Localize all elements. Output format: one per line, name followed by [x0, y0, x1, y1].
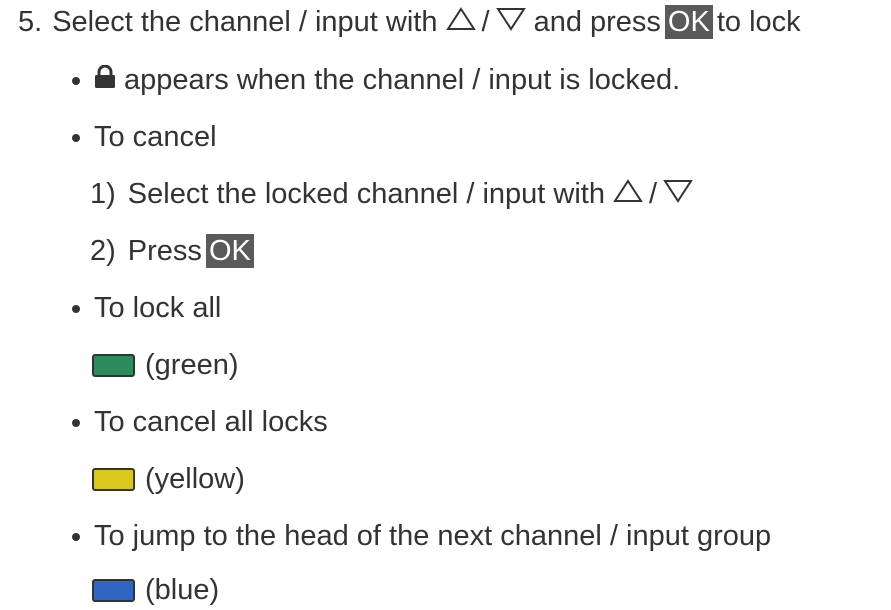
- bullet: [72, 305, 80, 313]
- step-number: 5.: [18, 6, 43, 38]
- lock-icon: [94, 60, 116, 100]
- bullet-lock-all-line: To lock all: [72, 288, 221, 328]
- slash: /: [648, 178, 658, 210]
- bullet-jump-line: To jump to the head of the next channel …: [72, 516, 771, 556]
- down-triangle-icon: [663, 174, 693, 214]
- step-5-line: 5. Select the channel / input with / and…: [18, 2, 801, 42]
- green-key-label: (green): [145, 349, 239, 381]
- bullet-lock-all-text: To lock all: [94, 292, 222, 324]
- down-triangle-icon: [495, 2, 526, 42]
- bullet: [72, 419, 80, 427]
- up-triangle-icon: [613, 174, 643, 214]
- ok-button-label: OK: [664, 5, 713, 39]
- blue-key-line: (blue): [92, 570, 219, 610]
- bullet-cancel-all-line: To cancel all locks: [72, 402, 328, 442]
- bullet: [72, 533, 80, 541]
- bullet-cancel-text: To cancel: [94, 121, 217, 153]
- bullet-locked-text: appears when the channel / input is lock…: [124, 64, 681, 96]
- step-text-after: to lock: [716, 6, 801, 38]
- ok-button-label: OK: [205, 234, 254, 268]
- cancel-step-1-text: Select the locked channel / input with: [127, 178, 605, 210]
- green-key-icon: [92, 353, 135, 377]
- blue-key-label: (blue): [145, 574, 220, 606]
- up-triangle-icon: [445, 2, 476, 42]
- cancel-step-2-number: 2): [90, 235, 116, 267]
- bullet: [72, 134, 80, 142]
- yellow-key-label: (yellow): [145, 463, 245, 495]
- green-key-line: (green): [92, 345, 239, 385]
- slash: /: [481, 6, 490, 38]
- bullet-jump-text: To jump to the head of the next channel …: [94, 520, 772, 552]
- step-text-before: Select the channel / input with: [52, 6, 438, 38]
- cancel-step-1-number: 1): [90, 178, 116, 210]
- blue-key-icon: [92, 578, 135, 602]
- bullet-locked-line: appears when the channel / input is lock…: [72, 60, 680, 100]
- cancel-step-2-line: 2) Press OK: [90, 231, 258, 271]
- bullet: [72, 77, 80, 85]
- yellow-key-line: (yellow): [92, 459, 245, 499]
- cancel-step-1-line: 1) Select the locked channel / input wit…: [90, 174, 693, 214]
- cancel-step-2-text: Press: [127, 235, 202, 267]
- step-text-middle: and press: [533, 6, 661, 38]
- bullet-cancel-line: To cancel: [72, 117, 217, 157]
- yellow-key-icon: [92, 467, 135, 491]
- bullet-cancel-all-text: To cancel all locks: [94, 406, 328, 438]
